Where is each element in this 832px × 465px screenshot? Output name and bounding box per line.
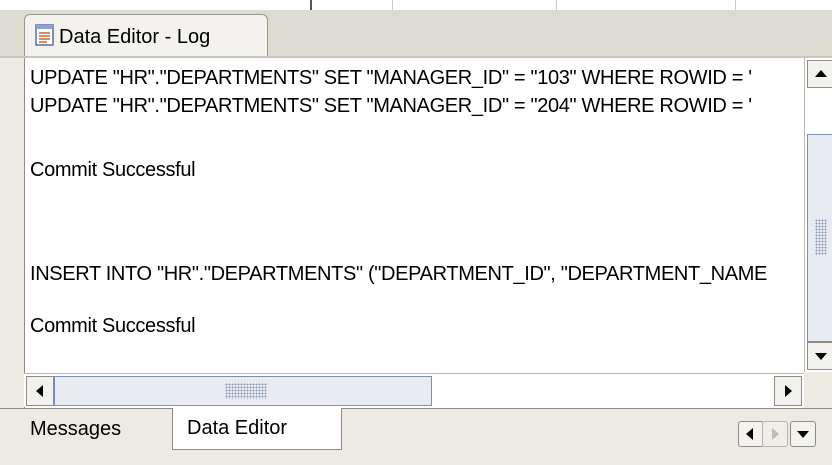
scroll-right-button[interactable] <box>774 376 802 406</box>
column-divider <box>735 0 736 10</box>
horizontal-scrollbar[interactable] <box>24 373 804 407</box>
log-line: Commit Successful <box>30 315 196 337</box>
column-divider <box>556 0 557 10</box>
column-divider <box>392 0 393 10</box>
log-line: UPDATE "HR"."DEPARTMENTS" SET "MANAGER_I… <box>30 95 752 117</box>
log-line: Commit Successful <box>30 159 196 181</box>
tab-list-dropdown-button[interactable] <box>790 421 816 447</box>
scroll-down-button[interactable] <box>807 342 832 370</box>
tab-list-dropdown-icon <box>797 431 809 438</box>
log-text-area[interactable]: UPDATE "HR"."DEPARTMENTS" SET "MANAGER_I… <box>30 58 808 368</box>
log-line: INSERT INTO "HR"."DEPARTMENTS" ("DEPARTM… <box>30 263 768 285</box>
tab-data-editor[interactable]: Data Editor <box>172 408 342 450</box>
tab-messages[interactable]: Messages <box>24 409 172 449</box>
grip-icon <box>225 383 267 399</box>
log-line: UPDATE "HR"."DEPARTMENTS" SET "MANAGER_I… <box>30 67 752 89</box>
scroll-up-button[interactable] <box>807 60 832 88</box>
log-panel[interactable]: UPDATE "HR"."DEPARTMENTS" SET "MANAGER_I… <box>24 58 832 408</box>
vertical-scroll-thumb[interactable] <box>807 134 832 342</box>
log-document-icon <box>35 24 55 46</box>
arrow-up-icon <box>815 70 827 77</box>
grip-icon <box>815 219 827 255</box>
arrow-down-icon <box>815 353 827 360</box>
tab-scroll-left-button[interactable] <box>738 421 764 447</box>
column-divider <box>310 0 312 10</box>
arrow-right-icon <box>785 385 792 397</box>
tab-scroll-right-button[interactable] <box>762 421 788 447</box>
tab-title: Data Editor - Log <box>59 26 211 48</box>
tab-scroll-left-icon <box>746 428 753 440</box>
horizontal-scroll-thumb[interactable] <box>54 376 432 406</box>
scrollbar-corner <box>804 372 832 408</box>
vertical-scrollbar[interactable] <box>804 58 832 372</box>
tab-data-editor-log[interactable]: Data Editor - Log <box>24 14 268 56</box>
tab-scroll-right-icon <box>772 428 779 440</box>
arrow-left-icon <box>36 385 43 397</box>
bottom-tab-bar: Messages Data Editor <box>0 408 832 465</box>
scroll-left-button[interactable] <box>26 376 54 406</box>
